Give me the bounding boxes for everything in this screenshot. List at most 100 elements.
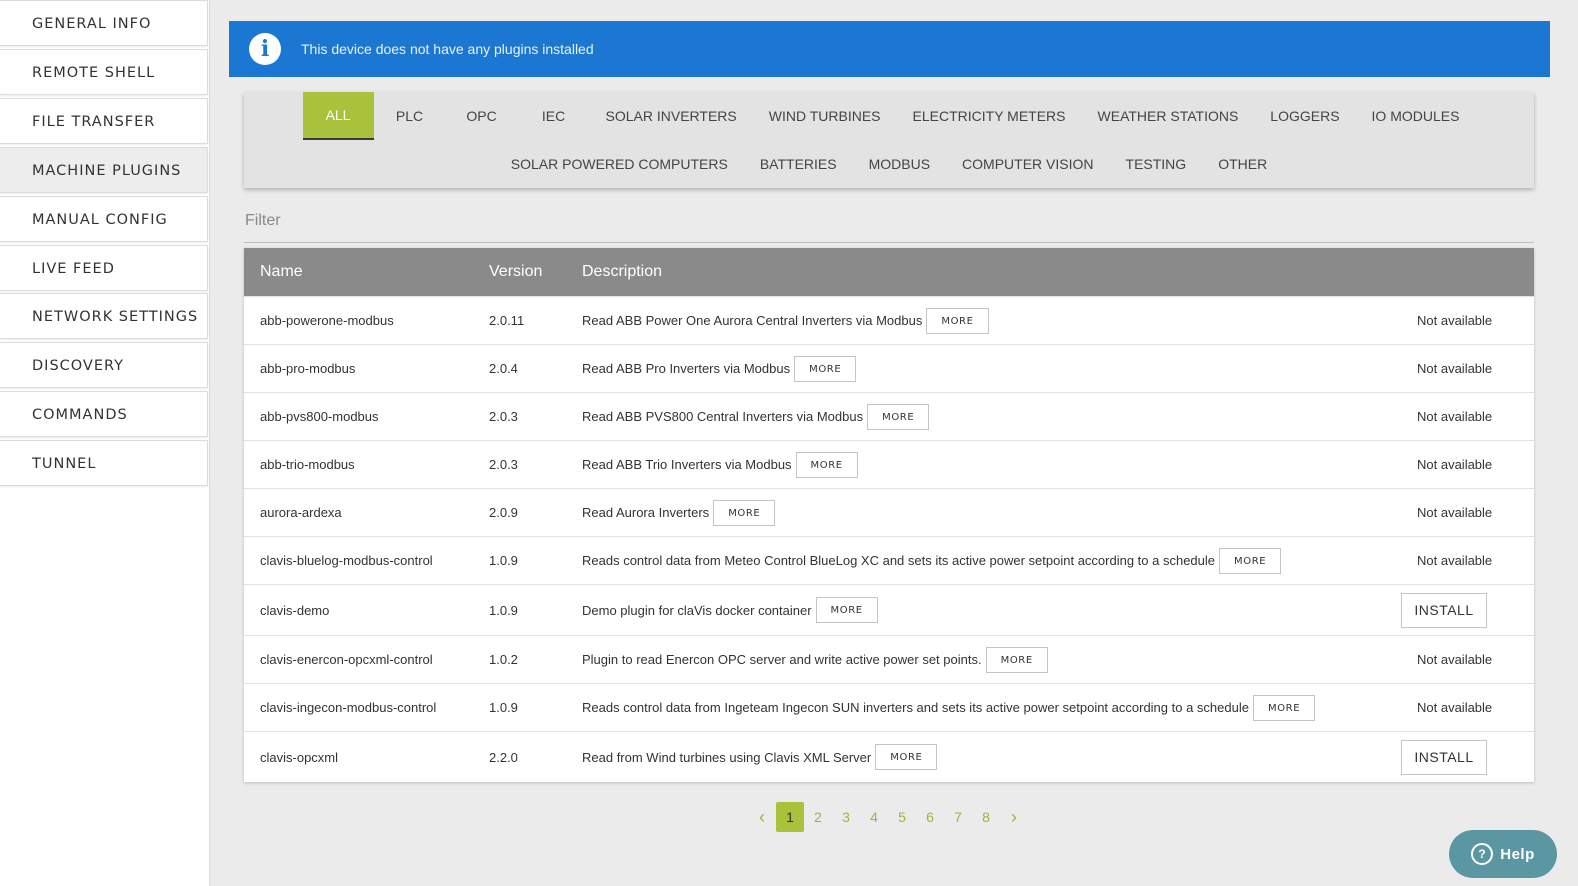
page-2[interactable]: 2 [804, 802, 832, 832]
page-8[interactable]: 8 [972, 802, 1000, 832]
info-icon: i [249, 33, 281, 65]
table-row: clavis-bluelog-modbus-control 1.0.9 Read… [244, 536, 1534, 584]
more-button[interactable]: MORE [1252, 694, 1316, 721]
plugin-version: 2.0.4 [489, 361, 518, 376]
sidebar-item-commands[interactable]: COMMANDS [0, 391, 208, 437]
sidebar-item-file-transfer[interactable]: FILE TRANSFER [0, 98, 208, 144]
banner-message: This device does not have any plugins in… [301, 41, 594, 57]
sidebar-item-network-settings[interactable]: NETWORK SETTINGS [0, 293, 208, 339]
page-6[interactable]: 6 [916, 802, 944, 832]
table-row: clavis-enercon-opcxml-control 1.0.2 Plug… [244, 635, 1534, 683]
sidebar-item-live-feed[interactable]: LIVE FEED [0, 245, 208, 291]
plugin-description: Read ABB Trio Inverters via Modbus MORE [582, 441, 858, 488]
column-header-description: Description [582, 263, 663, 280]
tab-wind-turbines[interactable]: WIND TURBINES [753, 92, 897, 140]
category-tabs-row-1: ALL PLC OPC IEC SOLAR INVERTERS WIND TUR… [244, 92, 1534, 140]
tab-modbus[interactable]: MODBUS [853, 140, 946, 188]
tab-io-modules[interactable]: IO MODULES [1356, 92, 1476, 140]
plugin-description-text: Demo plugin for claVis docker container [582, 602, 812, 618]
page-1[interactable]: 1 [776, 802, 804, 832]
page-5[interactable]: 5 [888, 802, 916, 832]
tab-all[interactable]: ALL [302, 92, 374, 140]
plugin-version: 1.0.2 [489, 652, 518, 667]
tab-electricity-meters[interactable]: ELECTRICITY METERS [897, 92, 1082, 140]
plugin-description-text: Read Aurora Inverters [582, 505, 710, 520]
page-7[interactable]: 7 [944, 802, 972, 832]
table-row: clavis-demo 1.0.9 Demo plugin for claVis… [244, 584, 1534, 635]
table-row: abb-trio-modbus 2.0.3 Read ABB Trio Inve… [244, 440, 1534, 488]
tab-batteries[interactable]: BATTERIES [744, 140, 853, 188]
tab-plc[interactable]: PLC [374, 92, 446, 140]
tab-iec[interactable]: IEC [518, 92, 590, 140]
plugin-name: abb-pro-modbus [260, 361, 356, 376]
chevron-right-icon[interactable]: › [1000, 802, 1028, 832]
table-row: clavis-opcxml 2.2.0 Read from Wind turbi… [244, 731, 1534, 782]
tab-solar-powered-computers[interactable]: SOLAR POWERED COMPUTERS [495, 140, 744, 188]
plugin-status: Not available [1417, 700, 1493, 715]
info-banner: i This device does not have any plugins … [229, 21, 1550, 77]
plugin-status: Not available [1417, 505, 1493, 520]
install-button[interactable]: INSTALL [1401, 592, 1487, 628]
more-button[interactable]: MORE [926, 307, 989, 334]
page-4[interactable]: 4 [860, 802, 888, 832]
category-tabs-row-2: SOLAR POWERED COMPUTERS BATTERIES MODBUS… [244, 140, 1534, 188]
plugin-name: clavis-demo [260, 602, 330, 618]
sidebar-item-remote-shell[interactable]: REMOTE SHELL [0, 49, 208, 95]
plugin-description: Reads control data from Meteo Control Bl… [582, 537, 1282, 584]
plugin-status: Not available [1417, 409, 1493, 424]
install-button[interactable]: INSTALL [1401, 739, 1487, 775]
plugin-name: abb-trio-modbus [260, 457, 355, 472]
more-button[interactable]: MORE [815, 597, 878, 623]
plugin-name: abb-pvs800-modbus [260, 409, 379, 424]
sidebar-item-tunnel[interactable]: TUNNEL [0, 440, 208, 486]
plugin-version: 2.0.9 [489, 505, 518, 520]
question-circle-icon: ? [1471, 843, 1494, 865]
plugin-name: aurora-ardexa [260, 505, 342, 520]
filter-input[interactable] [244, 200, 1534, 243]
more-button[interactable]: MORE [713, 499, 776, 526]
plugin-version: 2.0.11 [489, 313, 525, 328]
plugin-description: Read from Wind turbines using Clavis XML… [582, 732, 938, 782]
plugin-status: Not available [1417, 361, 1493, 376]
plugin-description: Read ABB Pro Inverters via Modbus MORE [582, 345, 857, 392]
more-button[interactable]: MORE [985, 646, 1048, 673]
tab-loggers[interactable]: LOGGERS [1254, 92, 1355, 140]
plugin-status: Not available [1417, 652, 1493, 667]
sidebar-item-machine-plugins[interactable]: MACHINE PLUGINS [0, 147, 208, 193]
more-button[interactable]: MORE [1219, 547, 1282, 574]
plugin-description-text: Read ABB Trio Inverters via Modbus [582, 457, 792, 472]
plugin-version: 2.0.3 [489, 409, 518, 424]
more-button[interactable]: MORE [867, 403, 930, 430]
help-button[interactable]: ? Help [1449, 830, 1557, 878]
more-button[interactable]: MORE [794, 355, 857, 382]
plugin-description-text: Read from Wind turbines using Clavis XML… [582, 749, 872, 765]
sidebar: GENERAL INFO REMOTE SHELL FILE TRANSFER … [0, 0, 210, 886]
plugin-description-text: Reads control data from Meteo Control Bl… [582, 553, 1216, 568]
sidebar-item-general-info[interactable]: GENERAL INFO [0, 0, 208, 46]
tab-testing[interactable]: TESTING [1110, 140, 1203, 188]
more-button[interactable]: MORE [795, 451, 858, 478]
tab-computer-vision[interactable]: COMPUTER VISION [946, 140, 1109, 188]
plugin-version: 1.0.9 [489, 602, 518, 618]
plugin-description-text: Read ABB Power One Aurora Central Invert… [582, 313, 923, 328]
sidebar-item-discovery[interactable]: DISCOVERY [0, 342, 208, 388]
plugin-description: Read Aurora Inverters MORE [582, 489, 776, 536]
more-button[interactable]: MORE [875, 744, 938, 770]
tab-opc[interactable]: OPC [446, 92, 518, 140]
table-row: aurora-ardexa 2.0.9 Read Aurora Inverter… [244, 488, 1534, 536]
tab-weather-stations[interactable]: WEATHER STATIONS [1082, 92, 1255, 140]
sidebar-item-manual-config[interactable]: MANUAL CONFIG [0, 196, 208, 242]
plugin-name: clavis-bluelog-modbus-control [260, 553, 433, 568]
page-3[interactable]: 3 [832, 802, 860, 832]
category-tabs: ALL PLC OPC IEC SOLAR INVERTERS WIND TUR… [244, 92, 1534, 188]
tab-solar-inverters[interactable]: SOLAR INVERTERS [590, 92, 753, 140]
plugin-version: 1.0.9 [489, 700, 518, 715]
plugin-description-text: Reads control data from Ingeteam Ingecon… [582, 700, 1249, 715]
plugins-table: Name Version Description abb-powerone-mo… [244, 248, 1534, 782]
chevron-left-icon[interactable]: ‹ [748, 802, 776, 832]
plugin-status: Not available [1417, 457, 1493, 472]
plugin-description: Read ABB Power One Aurora Central Invert… [582, 297, 989, 344]
tab-other[interactable]: OTHER [1202, 140, 1283, 188]
table-row: abb-pvs800-modbus 2.0.3 Read ABB PVS800 … [244, 392, 1534, 440]
plugin-version: 2.0.3 [489, 457, 518, 472]
